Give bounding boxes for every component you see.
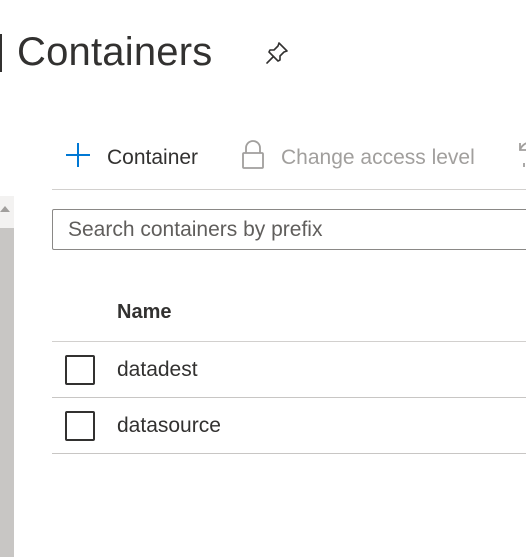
plus-icon xyxy=(64,141,92,175)
change-access-level-button[interactable]: Change access level xyxy=(240,140,475,176)
search-box xyxy=(52,209,526,250)
refresh-icon[interactable] xyxy=(516,139,526,169)
page-title: Containers xyxy=(17,30,213,74)
row-checkbox[interactable] xyxy=(65,411,95,441)
container-name[interactable]: datasource xyxy=(117,412,221,440)
scrollbar-thumb[interactable] xyxy=(0,228,14,557)
containers-page: Containers Container Change access level… xyxy=(0,0,526,557)
row-divider xyxy=(52,397,526,398)
table-row[interactable]: datadest xyxy=(52,343,526,398)
search-input[interactable] xyxy=(53,210,526,249)
row-checkbox[interactable] xyxy=(65,355,95,385)
add-container-button[interactable]: Container xyxy=(64,140,198,176)
add-container-label: Container xyxy=(107,146,199,169)
scroll-up-arrow-icon[interactable] xyxy=(0,206,10,212)
lock-icon xyxy=(240,139,266,177)
toolbar-divider xyxy=(52,189,526,190)
header-divider xyxy=(52,341,526,342)
title-separator xyxy=(0,34,2,72)
left-panel-scrollbar[interactable] xyxy=(0,196,14,557)
table-row[interactable]: datasource xyxy=(52,399,526,454)
row-divider xyxy=(52,453,526,454)
column-header-name[interactable]: Name xyxy=(117,298,171,326)
change-access-level-label: Change access level xyxy=(281,146,475,169)
pin-icon[interactable] xyxy=(262,38,292,68)
command-bar: Container Change access level xyxy=(52,128,526,188)
container-name[interactable]: datadest xyxy=(117,356,198,384)
